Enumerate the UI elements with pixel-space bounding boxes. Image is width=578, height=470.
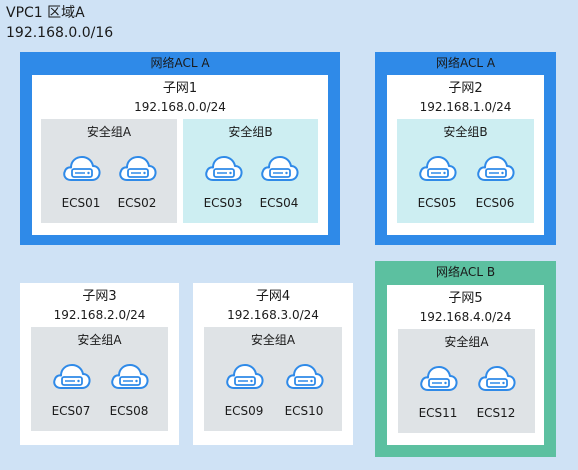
network-acl-a-right: 网络ACL A 子网2 192.168.1.0/24 安全组B ECS05 EC… <box>375 52 556 245</box>
ecs-node: ECS10 <box>276 360 332 424</box>
cloud-server-icon <box>261 156 299 181</box>
ecs-label: ECS09 <box>224 404 264 418</box>
network-acl-b: 网络ACL B 子网5 192.168.4.0/24 安全组A ECS11 EC… <box>375 261 556 457</box>
network-acl-a-left: 网络ACL A 子网1 192.168.0.0/24 安全组A ECS01 EC… <box>20 52 340 245</box>
ecs-label: ECS04 <box>259 196 299 210</box>
ecs-label: ECS12 <box>476 406 516 420</box>
ecs-label: ECS03 <box>203 196 243 210</box>
ecs-label: ECS08 <box>109 404 149 418</box>
cloud-server-icon <box>205 156 243 181</box>
cloud-server-icon <box>111 364 149 389</box>
security-group-label: 安全组A <box>86 125 132 139</box>
cloud-server-icon <box>53 364 91 389</box>
subnet-name: 子网5 <box>448 291 483 306</box>
ecs-label: ECS07 <box>51 404 91 418</box>
security-group-a: 安全组A ECS11 ECS12 <box>398 329 535 433</box>
ecs-node: ECS08 <box>101 360 157 424</box>
ecs-label: ECS06 <box>475 196 515 210</box>
vpc-cidr: 192.168.0.0/16 <box>6 25 114 41</box>
ecs-label: ECS05 <box>417 196 457 210</box>
cloud-server-icon <box>420 366 458 391</box>
security-group-label: 安全组A <box>250 333 296 347</box>
ecs-node: ECS06 <box>467 152 523 216</box>
vpc-region: VPC1 区域A 192.168.0.0/16 网络ACL A 子网1 192.… <box>0 0 578 470</box>
security-group-label: 安全组B <box>443 125 488 139</box>
ecs-label: ECS11 <box>418 406 458 420</box>
cloud-server-icon <box>119 156 157 181</box>
subnet-4: 子网4 192.168.3.0/24 安全组A ECS09 ECS10 <box>193 283 353 445</box>
subnet-name: 子网3 <box>82 289 117 304</box>
security-group-a: 安全组A ECS09 ECS10 <box>204 327 342 431</box>
security-group-label: 安全组B <box>228 125 273 139</box>
ecs-node: ECS02 <box>109 152 165 216</box>
acl-label: 网络ACL A <box>435 56 496 70</box>
security-group-label: 安全组A <box>444 335 489 349</box>
cloud-server-icon <box>63 156 101 181</box>
ecs-label: ECS10 <box>284 404 324 418</box>
subnet-3: 子网3 192.168.2.0/24 安全组A ECS07 ECS08 <box>20 283 179 445</box>
cloud-server-icon <box>477 156 515 181</box>
cloud-server-icon <box>419 156 457 181</box>
acl-label: 网络ACL A <box>150 56 210 70</box>
ecs-label: ECS02 <box>117 196 157 210</box>
subnet-2: 子网2 192.168.1.0/24 安全组B ECS05 ECS06 <box>387 75 544 235</box>
ecs-node: ECS01 <box>53 152 109 216</box>
ecs-node: ECS03 <box>195 152 251 216</box>
subnet-name: 子网1 <box>162 81 198 96</box>
cloud-server-icon <box>226 364 264 389</box>
security-group-a: 安全组A ECS01 ECS02 <box>41 119 177 223</box>
ecs-node: ECS11 <box>410 362 466 426</box>
cloud-server-icon <box>478 366 516 391</box>
subnet-cidr: 192.168.0.0/24 <box>134 100 226 114</box>
security-group-b: 安全组B ECS05 ECS06 <box>397 119 534 223</box>
subnet-cidr: 192.168.2.0/24 <box>53 308 146 322</box>
subnet-cidr: 192.168.1.0/24 <box>419 100 512 114</box>
subnet-cidr: 192.168.4.0/24 <box>419 310 512 324</box>
subnet-cidr: 192.168.3.0/24 <box>227 308 319 322</box>
subnet-5: 子网5 192.168.4.0/24 安全组A ECS11 ECS12 <box>387 285 544 445</box>
ecs-node: ECS05 <box>409 152 465 216</box>
security-group-a: 安全组A ECS07 ECS08 <box>31 327 168 431</box>
acl-label: 网络ACL B <box>435 265 496 279</box>
cloud-server-icon <box>286 364 324 389</box>
ecs-node: ECS12 <box>468 362 524 426</box>
security-group-label: 安全组A <box>77 333 122 347</box>
subnet-name: 子网4 <box>255 289 291 304</box>
ecs-node: ECS04 <box>251 152 307 216</box>
security-group-b: 安全组B ECS03 ECS04 <box>183 119 318 223</box>
subnet-1: 子网1 192.168.0.0/24 安全组A ECS01 ECS02 安全组B… <box>32 75 328 235</box>
vpc-title: VPC1 区域A <box>6 5 85 21</box>
ecs-label: ECS01 <box>61 196 101 210</box>
ecs-node: ECS09 <box>216 360 272 424</box>
subnet-name: 子网2 <box>448 81 483 96</box>
ecs-node: ECS07 <box>43 360 99 424</box>
